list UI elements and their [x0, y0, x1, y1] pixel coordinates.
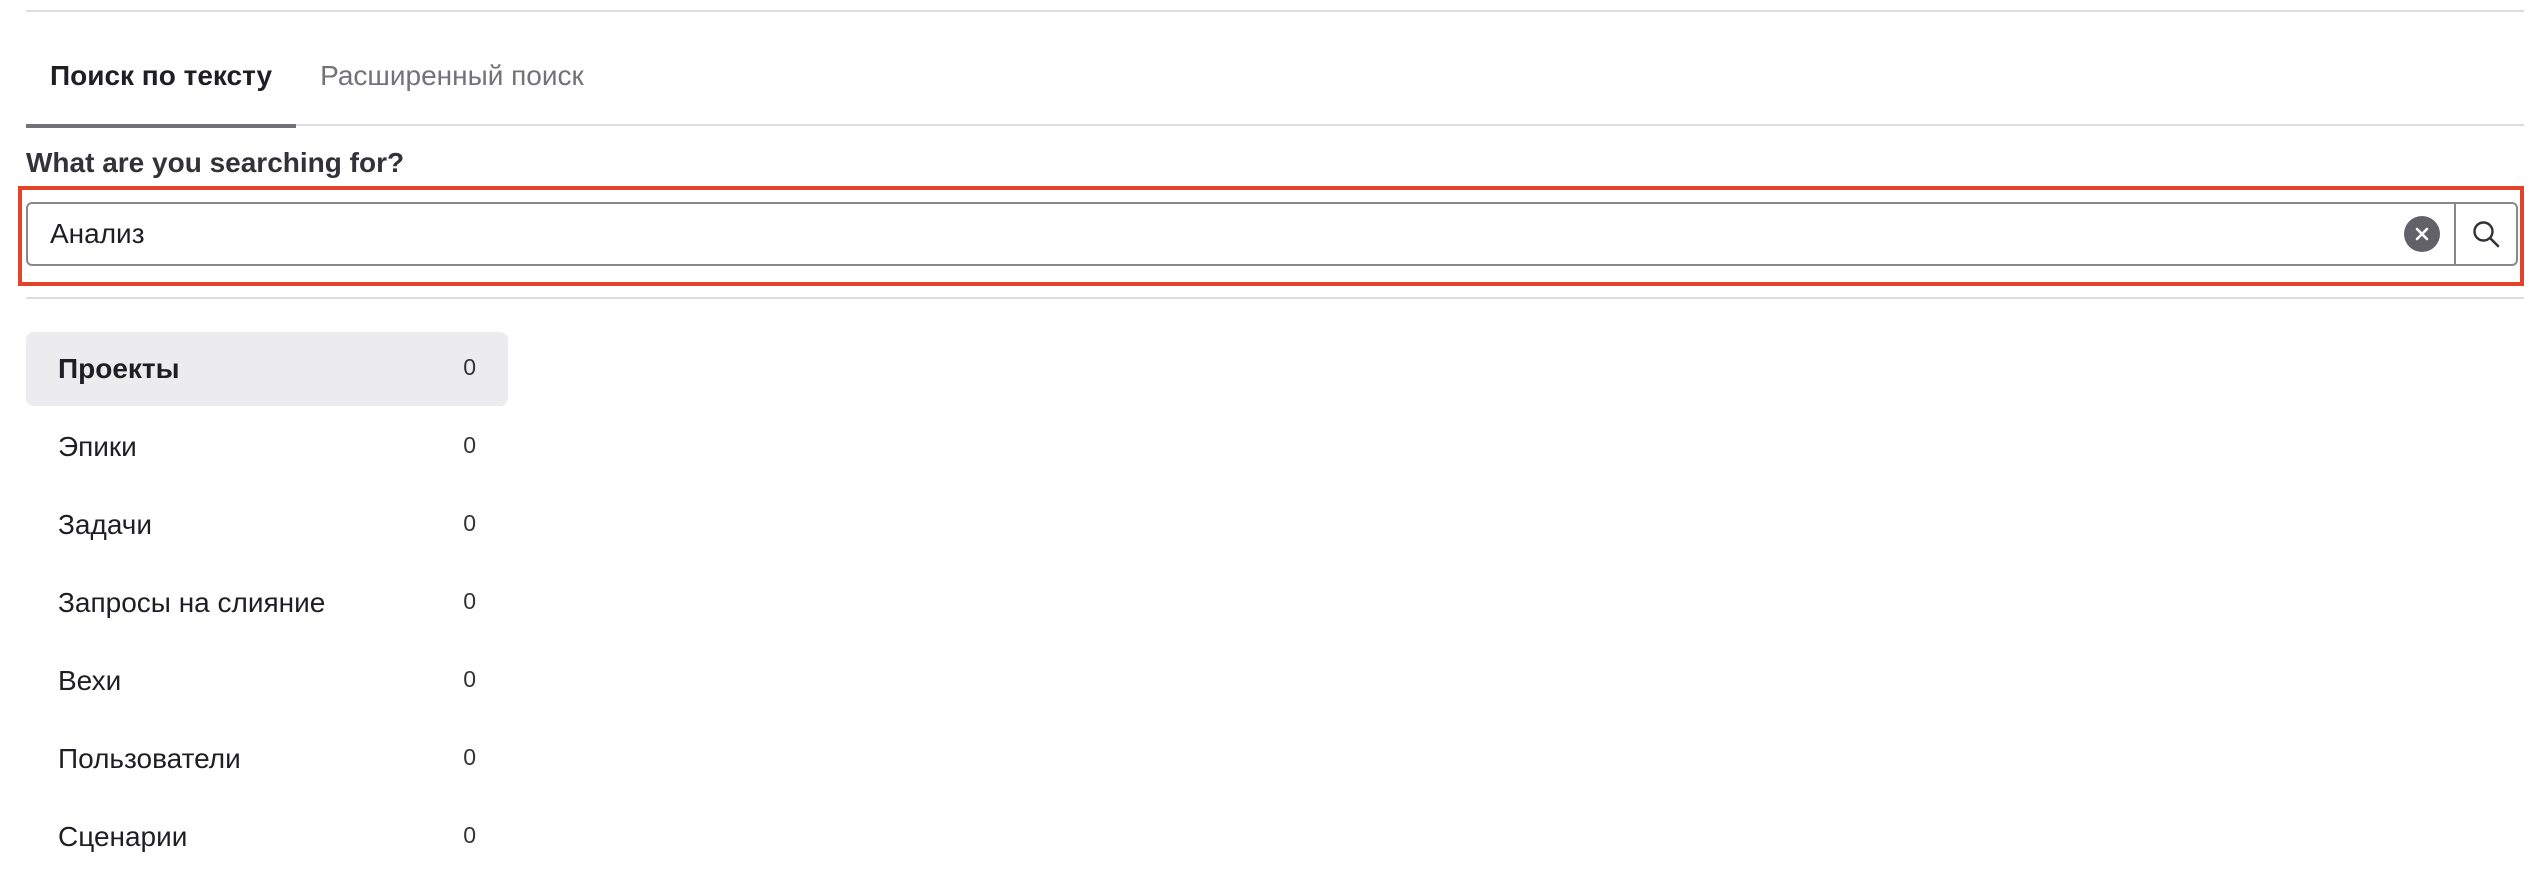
search-type-tabs: Поиск по тексту Расширенный поиск: [26, 38, 2524, 128]
scope-label: Сценарии: [58, 821, 188, 852]
scope-label: Задачи: [58, 509, 153, 540]
scope-label: Эпики: [58, 431, 137, 462]
scope-label: Пользователи: [58, 743, 241, 774]
search-icon: [2473, 221, 2500, 248]
scope-count: 0: [463, 666, 476, 692]
scope-count: 0: [463, 822, 476, 848]
scope-label: Проекты: [58, 353, 180, 384]
clear-button[interactable]: [2404, 216, 2440, 252]
tab-advanced-search[interactable]: Расширенный поиск: [296, 38, 608, 126]
search-scope-nav: Проекты 0 Эпики 0 Задачи 0 Запросы на сл…: [26, 332, 508, 878]
scope-label: Запросы на слияние: [58, 587, 326, 618]
top-divider: [26, 10, 2524, 12]
scope-item-users[interactable]: Пользователи 0: [26, 722, 508, 796]
scope-count: 0: [463, 744, 476, 770]
section-divider: [26, 297, 2524, 299]
tab-text-search[interactable]: Поиск по тексту: [26, 38, 297, 128]
scope-item-milestones[interactable]: Вехи 0: [26, 644, 508, 718]
scope-count: 0: [463, 510, 476, 536]
scope-count: 0: [463, 432, 476, 458]
clear-circle-icon: [2415, 227, 2429, 241]
scope-count: 0: [463, 354, 476, 380]
scope-item-merge-requests[interactable]: Запросы на слияние 0: [26, 566, 508, 640]
scope-item-epics[interactable]: Эпики 0: [26, 410, 508, 484]
search-submit-button[interactable]: [2454, 204, 2516, 264]
search-field: [26, 202, 2518, 266]
scope-item-projects[interactable]: Проекты 0: [26, 332, 508, 406]
scope-label: Вехи: [58, 665, 122, 696]
search-label: What are you searching for?: [26, 147, 405, 178]
scope-count: 0: [463, 588, 476, 614]
search-input[interactable]: [28, 204, 2404, 264]
scope-item-scenarios[interactable]: Сценарии 0: [26, 800, 508, 874]
scope-item-issues[interactable]: Задачи 0: [26, 488, 508, 562]
